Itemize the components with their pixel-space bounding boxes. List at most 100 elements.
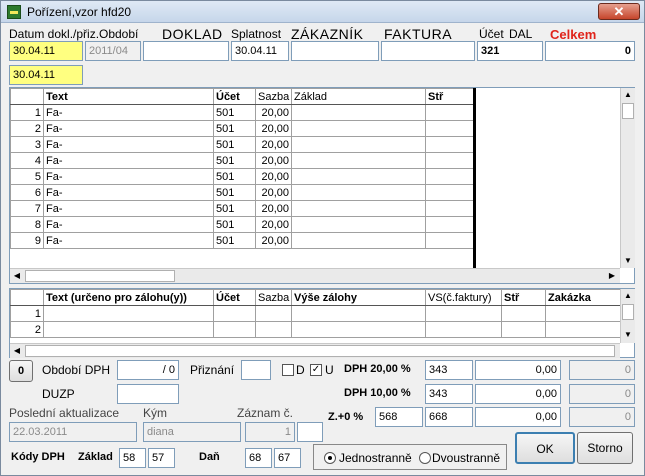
table-row[interactable]: 3 Fa- 501 20,00 — [10, 136, 476, 153]
dph10-value[interactable]: 0,00 — [475, 384, 561, 404]
hscroll-thumb[interactable] — [25, 270, 175, 282]
cell-str[interactable] — [425, 104, 476, 121]
cell[interactable] — [43, 305, 214, 322]
cell-text[interactable]: Fa- — [43, 136, 214, 153]
cell-text[interactable]: Fa- — [43, 120, 214, 137]
cell[interactable] — [545, 305, 621, 322]
table-row[interactable]: 2 — [10, 321, 621, 338]
cell-zaklad[interactable] — [291, 152, 426, 169]
col-sazba[interactable]: Sazba — [255, 88, 292, 105]
cell-str[interactable] — [425, 168, 476, 185]
cell-text[interactable]: Fa- — [43, 200, 214, 217]
col2-text[interactable]: Text (určeno pro zálohu(y)) — [43, 289, 214, 306]
cell-str[interactable] — [425, 200, 476, 217]
cell-zaklad[interactable] — [291, 168, 426, 185]
obdobi-field[interactable]: 2011/04 — [85, 41, 141, 61]
cell-zaklad[interactable] — [291, 120, 426, 137]
obdobi-dph-field[interactable]: / 0 — [117, 360, 179, 380]
dph10-ucet[interactable]: 343 — [425, 384, 473, 404]
table-row[interactable]: 5 Fa- 501 20,00 — [10, 168, 476, 185]
grid1-vscroll[interactable]: ▲ ▼ — [620, 88, 635, 268]
cell-sazba[interactable]: 20,00 — [255, 104, 292, 121]
cell-text[interactable]: Fa- — [43, 184, 214, 201]
table-row[interactable]: 4 Fa- 501 20,00 — [10, 152, 476, 169]
cell-sazba[interactable]: 20,00 — [255, 200, 292, 217]
cell-zaklad[interactable] — [291, 200, 426, 217]
scroll-up-icon[interactable]: ▲ — [621, 289, 635, 303]
cell-str[interactable] — [425, 184, 476, 201]
dvoustranne-radio[interactable] — [419, 452, 431, 464]
cell-str[interactable] — [425, 216, 476, 233]
col-text[interactable]: Text — [43, 88, 214, 105]
cell-sazba[interactable]: 20,00 — [255, 152, 292, 169]
cell[interactable] — [501, 321, 546, 338]
cell[interactable] — [291, 321, 426, 338]
dph20-ucet[interactable]: 343 — [425, 360, 473, 380]
splatnost-field[interactable]: 30.04.11 — [231, 41, 289, 61]
advances-grid[interactable]: Text (určeno pro zálohu(y)) Účet Sazba V… — [9, 288, 635, 358]
cell-ucet[interactable]: 501 — [213, 216, 256, 233]
cell-zaklad[interactable] — [291, 232, 426, 249]
table-row[interactable]: 1 Fa- 501 20,00 — [10, 104, 476, 121]
col2-str[interactable]: Stř — [501, 289, 546, 306]
cell-sazba[interactable]: 20,00 — [255, 232, 292, 249]
table-row[interactable]: 6 Fa- 501 20,00 — [10, 184, 476, 201]
date2-field[interactable]: 30.04.11 — [9, 65, 83, 85]
table-row[interactable]: 7 Fa- 501 20,00 — [10, 200, 476, 217]
ucet-field[interactable]: 321 — [477, 41, 543, 61]
table-row[interactable]: 9 Fa- 501 20,00 — [10, 232, 476, 249]
cell-ucet[interactable]: 501 — [213, 120, 256, 137]
cell[interactable] — [43, 321, 214, 338]
hscroll-thumb[interactable] — [25, 345, 615, 357]
scroll-down-icon[interactable]: ▼ — [621, 328, 635, 342]
cell-ucet[interactable]: 501 — [213, 104, 256, 121]
cell-zaklad[interactable] — [291, 216, 426, 233]
cell[interactable] — [255, 321, 292, 338]
cell[interactable] — [213, 305, 256, 322]
cell-sazba[interactable]: 20,00 — [255, 120, 292, 137]
scroll-down-icon[interactable]: ▼ — [621, 254, 635, 268]
cell-text[interactable]: Fa- — [43, 232, 214, 249]
cell-sazba[interactable]: 20,00 — [255, 136, 292, 153]
scroll-left-icon[interactable]: ◀ — [10, 269, 24, 283]
cell-text[interactable]: Fa- — [43, 104, 214, 121]
cell-ucet[interactable]: 501 — [213, 184, 256, 201]
cell[interactable] — [545, 321, 621, 338]
table-row[interactable]: 2 Fa- 501 20,00 — [10, 120, 476, 137]
dan-code-2[interactable]: 67 — [274, 448, 301, 468]
scroll-up-icon[interactable]: ▲ — [621, 88, 635, 102]
col2-zakazka[interactable]: Zakázka — [545, 289, 621, 306]
d-checkbox[interactable] — [282, 364, 294, 376]
cell[interactable] — [291, 305, 426, 322]
z0-ucet-2[interactable]: 668 — [425, 407, 473, 427]
dph20-value[interactable]: 0,00 — [475, 360, 561, 380]
grid2-hscroll[interactable]: ◀ — [10, 343, 620, 358]
col-str[interactable]: Stř — [425, 88, 476, 105]
cell-text[interactable]: Fa- — [43, 168, 214, 185]
close-button[interactable]: ✕ — [598, 3, 640, 20]
cell[interactable] — [425, 305, 502, 322]
col-ucet[interactable]: Účet — [213, 88, 256, 105]
zaklad-code-2[interactable]: 57 — [148, 448, 175, 468]
grid2-vscroll[interactable]: ▲ ▼ — [620, 289, 635, 343]
cell-text[interactable]: Fa- — [43, 216, 214, 233]
scroll-thumb[interactable] — [622, 103, 634, 119]
col-zaklad[interactable]: Základ — [291, 88, 426, 105]
z0-ucet-1[interactable]: 568 — [375, 407, 423, 427]
cell[interactable] — [255, 305, 292, 322]
cell-sazba[interactable]: 20,00 — [255, 216, 292, 233]
col2-vs[interactable]: VS(č.faktury) — [425, 289, 502, 306]
datum-field[interactable]: 30.04.11 — [9, 41, 83, 61]
cell-ucet[interactable]: 501 — [213, 232, 256, 249]
cell-ucet[interactable]: 501 — [213, 152, 256, 169]
cell-str[interactable] — [425, 232, 476, 249]
cell-sazba[interactable]: 20,00 — [255, 184, 292, 201]
col2-sazba[interactable]: Sazba — [255, 289, 292, 306]
z0-value[interactable]: 0,00 — [475, 407, 561, 427]
dan-code-1[interactable]: 68 — [245, 448, 272, 468]
table-row[interactable]: 8 Fa- 501 20,00 — [10, 216, 476, 233]
scroll-right-icon[interactable]: ▶ — [605, 269, 619, 283]
scroll-thumb[interactable] — [622, 304, 634, 320]
cell-zaklad[interactable] — [291, 136, 426, 153]
duzp-field[interactable] — [117, 384, 179, 404]
